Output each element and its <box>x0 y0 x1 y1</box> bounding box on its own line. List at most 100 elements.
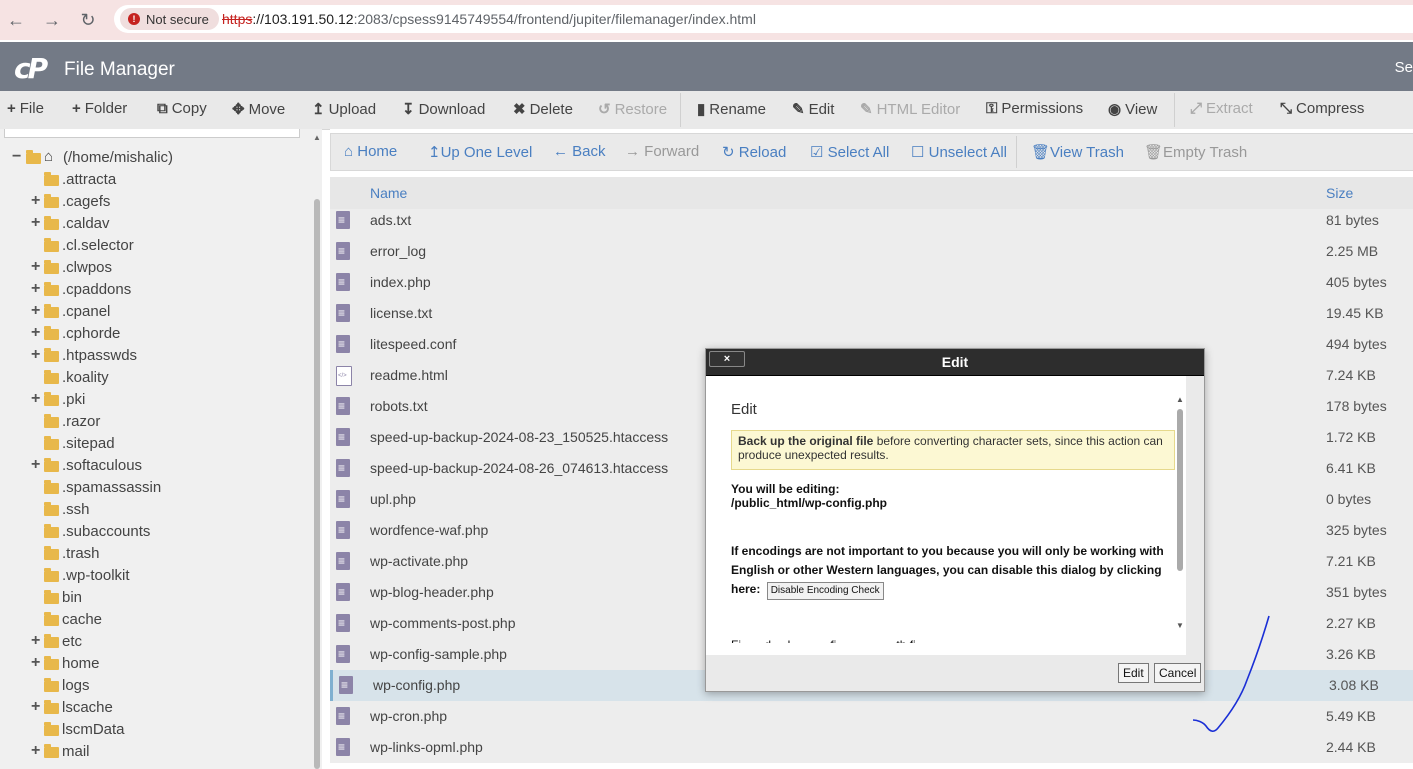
tree-item[interactable]: + .htpasswds <box>0 346 300 368</box>
file-name[interactable]: wordfence-waf.php <box>370 522 488 538</box>
file-name[interactable]: error_log <box>370 243 426 259</box>
scroll-up-icon[interactable]: ▲ <box>313 133 321 142</box>
disable-encoding-check-button[interactable]: Disable Encoding Check <box>766 582 884 600</box>
tree-item[interactable]: .sitepad <box>0 434 300 456</box>
tree-item[interactable]: .attracta <box>0 170 300 192</box>
tree-item[interactable]: bin <box>0 588 300 610</box>
tree-root[interactable]: − ⌂ (/home/mishalic) <box>0 148 300 170</box>
upload-button[interactable]: ↥ Upload <box>312 100 376 118</box>
forward-arrow-icon[interactable]: → <box>41 9 63 31</box>
unselect-all-button[interactable]: ☐ Unselect All <box>911 143 1007 161</box>
permissions-button[interactable]: ⚿ Permissions <box>986 100 1083 117</box>
tree-path-input[interactable] <box>4 129 300 138</box>
dialog-scroll-thumb[interactable] <box>1177 409 1183 571</box>
file-name[interactable]: wp-comments-post.php <box>370 615 516 631</box>
tree-item[interactable]: + .cpaddons <box>0 280 300 302</box>
tree-item[interactable]: + lscache <box>0 698 300 720</box>
tree-item[interactable]: + .clwpos <box>0 258 300 280</box>
tree-item[interactable]: .cl.selector <box>0 236 300 258</box>
security-chip[interactable]: ! Not secure <box>120 8 219 30</box>
view-button[interactable]: ◉ View <box>1108 100 1157 118</box>
expand-icon[interactable]: + <box>31 324 40 342</box>
back-button[interactable]: ← Back <box>553 143 606 160</box>
file-name[interactable]: wp-blog-header.php <box>370 584 494 600</box>
copy-button[interactable]: ⧉ Copy <box>157 100 207 117</box>
file-name[interactable]: license.txt <box>370 305 432 321</box>
tree-item[interactable]: + .cphorde <box>0 324 300 346</box>
expand-icon[interactable]: + <box>31 214 40 232</box>
expand-icon[interactable]: + <box>31 302 40 320</box>
new-folder-button[interactable]: + Folder <box>72 100 127 117</box>
forward-button[interactable]: → Forward <box>625 143 699 160</box>
dialog-cancel-button[interactable]: Cancel <box>1154 663 1202 683</box>
expand-icon[interactable]: + <box>31 192 40 210</box>
tree-item[interactable]: + mail <box>0 742 300 764</box>
file-name[interactable]: readme.html <box>370 367 448 383</box>
file-name[interactable]: upl.php <box>370 491 416 507</box>
tree-item[interactable]: .koality <box>0 368 300 390</box>
file-name[interactable]: wp-links-opml.php <box>370 739 483 755</box>
expand-icon[interactable]: + <box>31 632 40 650</box>
tree-item[interactable]: .trash <box>0 544 300 566</box>
tree-item[interactable]: .ssh <box>0 500 300 522</box>
tree-item[interactable]: + .caldav <box>0 214 300 236</box>
file-name[interactable]: wp-cron.php <box>370 708 447 724</box>
address-bar[interactable]: ! Not secure https://103.191.50.12:2083/… <box>114 5 1413 33</box>
reload-icon[interactable]: ↻ <box>77 9 99 31</box>
dialog-edit-button[interactable]: Edit <box>1118 663 1149 683</box>
file-name[interactable]: ads.txt <box>370 212 411 228</box>
move-button[interactable]: ✥ Move <box>232 100 285 118</box>
file-name[interactable]: wp-config.php <box>373 677 460 693</box>
tree-item[interactable]: + .cagefs <box>0 192 300 214</box>
expand-icon[interactable]: + <box>31 390 40 408</box>
table-row[interactable]: index.php 405 bytes <box>330 267 1413 299</box>
download-button[interactable]: ↧ Download <box>402 100 485 118</box>
collapse-icon[interactable]: − <box>12 148 21 166</box>
tree-scrollbar[interactable]: ▲ <box>313 129 322 769</box>
empty-trash-button[interactable]: 🗑Empty Trash <box>1144 143 1247 161</box>
extract-button[interactable]: ⤢ Extract <box>1190 100 1253 117</box>
select-all-button[interactable]: ☑ Select All <box>810 143 889 161</box>
column-header-name[interactable]: Name <box>370 185 407 201</box>
expand-icon[interactable]: + <box>31 698 40 716</box>
cpanel-logo[interactable]: cP <box>14 52 48 85</box>
tree-item[interactable]: .wp-toolkit <box>0 566 300 588</box>
tree-item[interactable]: logs <box>0 676 300 698</box>
scroll-down-icon[interactable]: ▼ <box>1176 621 1184 630</box>
dialog-scrollbar[interactable]: ▲ ▼ <box>1176 393 1186 633</box>
tree-item[interactable]: + etc <box>0 632 300 654</box>
file-name[interactable]: wp-activate.php <box>370 553 468 569</box>
rename-button[interactable]: ▮ Rename <box>697 100 766 118</box>
reload-button[interactable]: ↻ Reload <box>722 143 786 161</box>
url-text[interactable]: https://103.191.50.12:2083/cpsess9145749… <box>222 11 756 27</box>
compress-button[interactable]: ⤡ Compress <box>1280 100 1364 117</box>
column-header-size[interactable]: Size <box>1326 185 1353 201</box>
html-editor-button[interactable]: ✎ HTML Editor <box>860 100 960 118</box>
scroll-up-icon[interactable]: ▲ <box>1176 395 1184 404</box>
tree-item[interactable]: .subaccounts <box>0 522 300 544</box>
new-file-button[interactable]: + File <box>7 100 44 117</box>
tree-item[interactable]: + .pki <box>0 390 300 412</box>
table-row[interactable]: ads.txt 81 bytes <box>330 209 1413 237</box>
tree-item[interactable]: lscmData <box>0 720 300 742</box>
expand-icon[interactable]: + <box>31 456 40 474</box>
expand-icon[interactable]: + <box>31 346 40 364</box>
file-name[interactable]: litespeed.conf <box>370 336 456 352</box>
restore-button[interactable]: ↺ Restore <box>598 100 667 118</box>
tree-item[interactable]: + .cpanel <box>0 302 300 324</box>
expand-icon[interactable]: + <box>31 654 40 672</box>
tree-scroll-thumb[interactable] <box>314 199 320 769</box>
table-row[interactable]: wp-cron.php 5.49 KB <box>330 701 1413 733</box>
file-name[interactable]: speed-up-backup-2024-08-23_150525.htacce… <box>370 429 668 445</box>
edit-button[interactable]: ✎ Edit <box>792 100 834 118</box>
tree-item[interactable]: + home <box>0 654 300 676</box>
table-row[interactable]: error_log 2.25 MB <box>330 236 1413 268</box>
tree-item[interactable]: .spamassassin <box>0 478 300 500</box>
view-trash-button[interactable]: 🗑View Trash <box>1031 143 1124 161</box>
header-search[interactable]: Se <box>1395 59 1413 76</box>
file-name[interactable]: speed-up-backup-2024-08-26_074613.htacce… <box>370 460 668 476</box>
file-name[interactable]: robots.txt <box>370 398 428 414</box>
file-name[interactable]: index.php <box>370 274 431 290</box>
table-row[interactable]: wp-links-opml.php 2.44 KB <box>330 732 1413 764</box>
delete-button[interactable]: ✖ Delete <box>513 100 573 118</box>
